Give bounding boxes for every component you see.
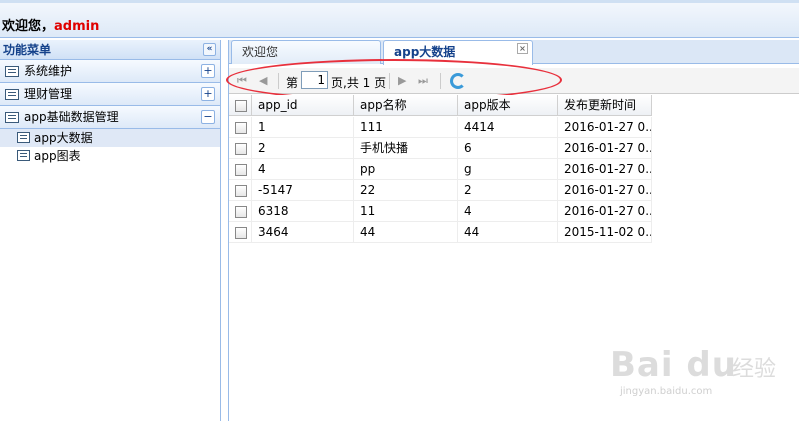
row-checkbox[interactable] [235,143,247,155]
select-all-cell [229,95,252,116]
column-header[interactable]: app_id [252,95,354,116]
table-cell: 手机快播 [354,138,458,159]
refresh-icon[interactable] [450,73,466,89]
table-cell: 2016-01-27 0... [558,201,652,222]
row-checkbox[interactable] [235,227,247,239]
grid-header-row: app_id app名称 app版本 发布更新时间 [229,95,652,116]
row-checkbox[interactable] [235,185,247,197]
watermark-text: 经验 [732,357,777,382]
tab-bar: 欢迎您 app大数据 × [229,40,799,65]
watermark-url: jingyan.baidu.com [620,386,713,397]
select-all-checkbox[interactable] [235,100,247,112]
tab-welcome[interactable]: 欢迎您 [231,40,381,64]
menu-group-app-data-management[interactable]: app基础数据管理 − [0,106,220,129]
row-select-cell [229,159,252,180]
watermark-logo: Bai du [610,345,737,385]
welcome-label: 欢迎您， [2,19,55,34]
row-checkbox[interactable] [235,164,247,176]
table-cell: 2016-01-27 0... [558,117,652,138]
prev-page-icon[interactable]: ◀ [259,74,267,87]
table-cell: 44 [458,222,558,243]
collapse-menu-button[interactable]: « [203,43,216,56]
menu-item-app-big-data[interactable]: app大数据 [0,129,220,147]
toolbar-separator [389,73,390,89]
page-number-input[interactable] [301,71,328,89]
toolbar-separator [278,73,279,89]
table-row[interactable]: 3464 44 44 2015-11-02 0... [229,222,652,243]
menu-title: 功能菜单 [3,43,52,57]
table-cell: 2016-01-27 0... [558,180,652,201]
toolbar-separator [440,73,441,89]
collapse-icon[interactable]: − [201,110,215,124]
table-cell: 111 [354,117,458,138]
row-select-cell [229,222,252,243]
pagination-toolbar: ⏮ ◀ 第 页,共 1 页 ▶ ⏭ [229,68,799,94]
table-cell: 2 [458,180,558,201]
tab-label: 欢迎您 [242,45,279,59]
table-cell: -5147 [252,180,354,201]
page-total-label: 页,共 1 页 [331,76,387,90]
menu-item-app-chart[interactable]: app图表 [0,147,220,165]
table-cell: 22 [354,180,458,201]
baidu-jingyan-watermark: Bai du 经验 jingyan.baidu.com [610,345,799,415]
table-cell: 3464 [252,222,354,243]
table-cell: 2016-01-27 0... [558,159,652,180]
table-cell: 2016-01-27 0... [558,138,652,159]
top-header: 欢迎您，admin [0,0,799,38]
column-header[interactable]: app版本 [458,95,558,116]
table-cell: 4414 [458,117,558,138]
row-checkbox[interactable] [235,122,247,134]
next-page-icon[interactable]: ▶ [398,74,406,87]
menu-group-label: app基础数据管理 [24,110,119,124]
function-menu-panel: 功能菜单 « 系统维护 + 理财管理 + app基础数据管理 − app大数据 … [0,40,221,421]
tab-label: app大数据 [394,45,456,59]
table-cell: g [458,159,558,180]
menu-group-system-maintenance[interactable]: 系统维护 + [0,60,220,83]
expand-icon[interactable]: + [201,87,215,101]
page-prefix-label: 第 [286,76,299,90]
list-icon [17,150,30,161]
table-row[interactable]: 1 111 4414 2016-01-27 0... [229,117,652,138]
folder-list-icon [5,112,19,123]
table-cell: 6318 [252,201,354,222]
table-cell: pp [354,159,458,180]
current-user: admin [54,19,100,34]
menu-title-bar: 功能菜单 « [0,40,220,60]
first-page-icon[interactable]: ⏮ [237,74,247,88]
table-cell: 4 [458,201,558,222]
menu-group-label: 理财管理 [24,87,73,101]
expand-icon[interactable]: + [201,64,215,78]
row-select-cell [229,138,252,159]
menu-item-label: app大数据 [34,131,93,145]
column-header[interactable]: 发布更新时间 [558,95,652,116]
table-cell: 11 [354,201,458,222]
menu-group-label: 系统维护 [24,64,73,78]
row-select-cell [229,201,252,222]
tab-app-big-data[interactable]: app大数据 × [383,40,533,65]
last-page-icon[interactable]: ⏭ [418,74,428,88]
table-row[interactable]: 2 手机快播 6 2016-01-27 0... [229,138,652,159]
folder-list-icon [5,89,19,100]
folder-list-icon [5,66,19,77]
table-cell: 1 [252,117,354,138]
table-cell: 44 [354,222,458,243]
menu-item-label: app图表 [34,149,81,163]
table-cell: 2015-11-02 0... [558,222,652,243]
table-row[interactable]: 6318 11 4 2016-01-27 0... [229,201,652,222]
row-checkbox[interactable] [235,206,247,218]
row-select-cell [229,180,252,201]
table-cell: 4 [252,159,354,180]
table-row[interactable]: 4 pp g 2016-01-27 0... [229,159,652,180]
list-icon [17,132,30,143]
menu-group-finance-management[interactable]: 理财管理 + [0,83,220,106]
table-row[interactable]: -5147 22 2 2016-01-27 0... [229,180,652,201]
column-header[interactable]: app名称 [354,95,458,116]
table-cell: 6 [458,138,558,159]
close-tab-icon[interactable]: × [517,43,528,54]
row-select-cell [229,117,252,138]
welcome-message: 欢迎您，admin [2,15,99,34]
header-top-border [0,0,799,3]
table-cell: 2 [252,138,354,159]
